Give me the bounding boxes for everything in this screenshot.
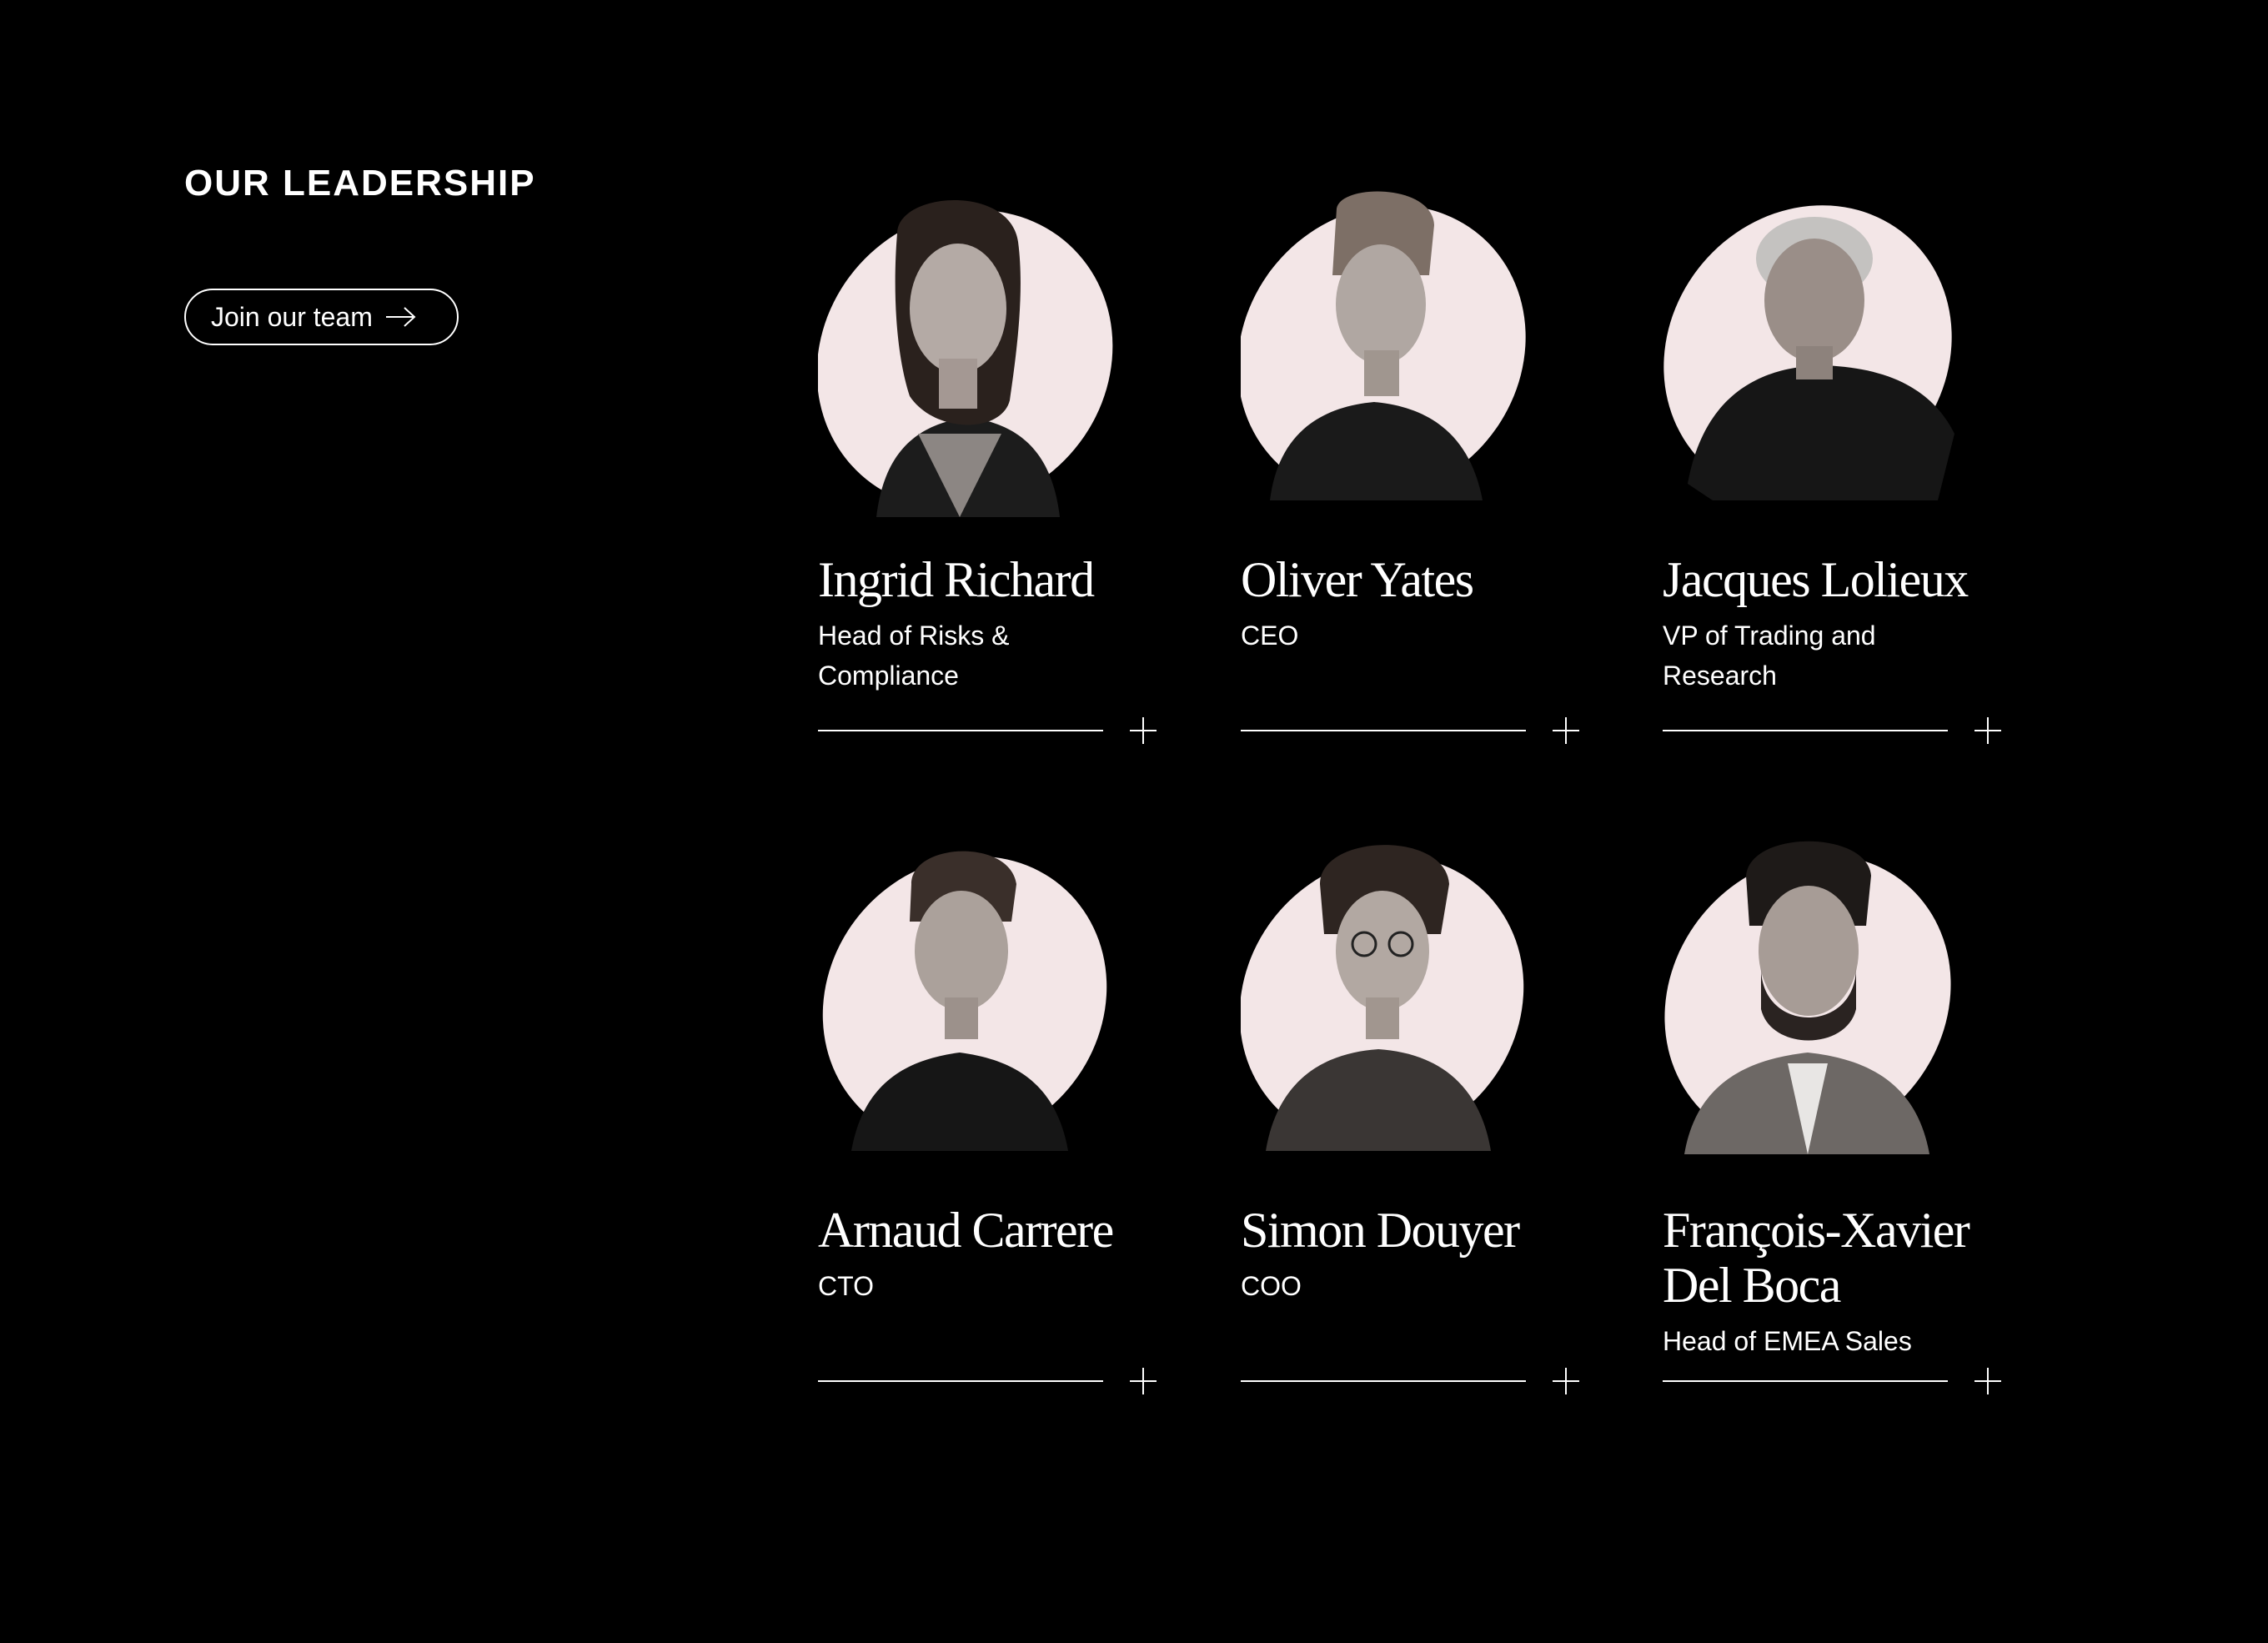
plus-icon[interactable] xyxy=(1128,1366,1158,1396)
leader-card-francois-xavier-del-boca: François-Xavier Del Boca Head of EMEA Sa… xyxy=(1663,834,2013,1451)
card-divider xyxy=(1241,730,1526,731)
leader-role: Head of EMEA Sales xyxy=(1663,1326,1912,1356)
join-our-team-button[interactable]: Join our team xyxy=(184,289,459,345)
arrow-right-icon xyxy=(385,307,416,327)
plus-icon[interactable] xyxy=(1551,716,1581,746)
portrait-photo xyxy=(1663,205,1954,500)
portrait-photo xyxy=(1664,841,1951,1154)
portrait-photo xyxy=(818,200,1113,517)
portrait-photo xyxy=(822,851,1107,1151)
card-divider xyxy=(1663,730,1948,731)
portrait-photo xyxy=(1241,191,1526,500)
leader-card-simon-douyer: Simon Douyer COO xyxy=(1241,834,1591,1451)
card-divider xyxy=(1663,1380,1948,1382)
leader-name: Simon Douyer xyxy=(1241,1203,1520,1258)
leader-name: Ingrid Richard xyxy=(818,552,1095,607)
portrait-photo xyxy=(1241,845,1524,1151)
card-divider xyxy=(818,730,1103,731)
leader-name: Arnaud Carrere xyxy=(818,1203,1114,1258)
leader-card-jacques-lolieux: Jacques Lolieux VP of Trading and Resear… xyxy=(1663,183,2013,801)
join-our-team-label: Join our team xyxy=(211,302,373,332)
plus-icon[interactable] xyxy=(1128,716,1158,746)
leader-card-ingrid-richard: Ingrid Richard Head of Risks & Complianc… xyxy=(818,183,1168,801)
plus-icon[interactable] xyxy=(1973,716,2003,746)
leader-role: CEO xyxy=(1241,621,1299,651)
leader-role: VP of Trading and Research xyxy=(1663,621,1876,691)
plus-icon[interactable] xyxy=(1973,1366,2003,1396)
card-divider xyxy=(1241,1380,1526,1382)
leader-card-arnaud-carrere: Arnaud Carrere CTO xyxy=(818,834,1168,1451)
leader-name: François-Xavier Del Boca xyxy=(1663,1203,1970,1313)
leader-role: Head of Risks & Compliance xyxy=(818,621,1010,691)
card-divider xyxy=(818,1380,1103,1382)
leader-role: COO xyxy=(1241,1271,1302,1301)
leader-role: CTO xyxy=(818,1271,874,1301)
leader-card-oliver-yates: Oliver Yates CEO xyxy=(1241,183,1591,801)
plus-icon[interactable] xyxy=(1551,1366,1581,1396)
leader-name: Oliver Yates xyxy=(1241,552,1474,607)
leader-name: Jacques Lolieux xyxy=(1663,552,1969,607)
section-title: OUR LEADERSHIP xyxy=(184,163,536,203)
